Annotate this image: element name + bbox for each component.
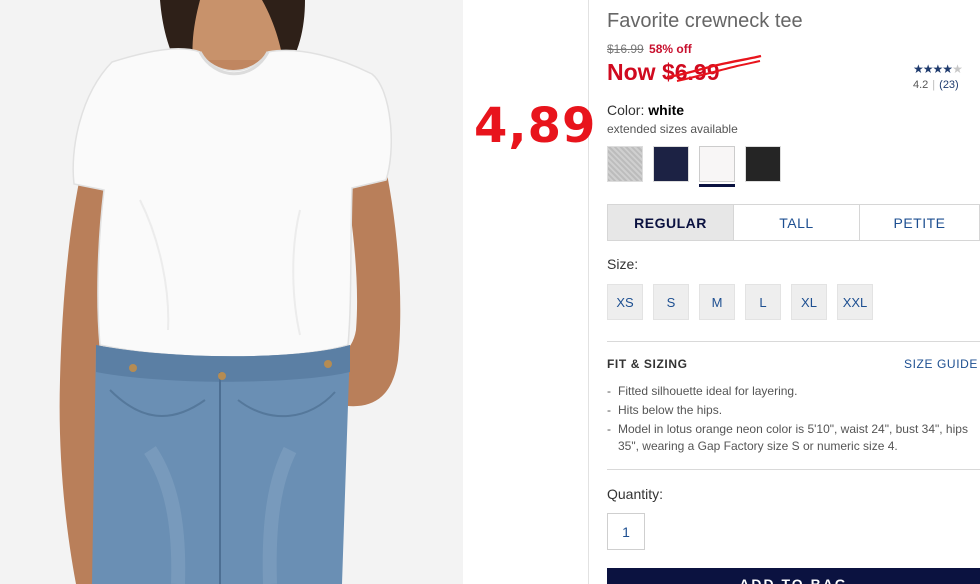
list-item: Fitted silhouette ideal for layering. (607, 383, 980, 400)
product-title: Favorite crewneck tee (607, 10, 803, 32)
product-info-panel: Favorite crewneck tee $16.99 58% off Now… (607, 0, 980, 584)
tab-regular[interactable]: REGULAR (608, 205, 734, 240)
size-button-xs[interactable]: XS (607, 284, 643, 320)
size-button-l[interactable]: L (745, 284, 781, 320)
quantity-label: Quantity: (607, 486, 664, 502)
sale-price: Now $6.99 (607, 59, 720, 86)
model-photo-illustration (0, 0, 463, 584)
list-item: Model in lotus orange neon color is 5'10… (607, 421, 980, 455)
handwritten-price-annotation: 4,89 (474, 98, 597, 154)
color-swatch-grey[interactable] (607, 146, 643, 182)
original-price-row: $16.99 58% off (607, 42, 692, 56)
tab-petite[interactable]: PETITE (860, 205, 979, 240)
review-count-link[interactable]: (23) (939, 79, 959, 91)
size-guide-link[interactable]: SIZE GUIDE (904, 357, 978, 371)
original-price: $16.99 (607, 42, 644, 56)
rating-separator: | (932, 79, 936, 91)
rating-stars: ★★★★★ (913, 62, 980, 76)
star-icon: ★ (922, 62, 934, 76)
fit-details-list: Fitted silhouette ideal for layering. Hi… (607, 383, 980, 457)
color-label-row: Color: white (607, 102, 684, 118)
star-empty-icon: ★ (952, 62, 963, 76)
size-button-m[interactable]: M (699, 284, 735, 320)
size-button-s[interactable]: S (653, 284, 689, 320)
add-to-bag-button[interactable]: ADD TO BAG (607, 568, 980, 584)
star-icon: ★ (942, 62, 953, 76)
sale-price-value: $6.99 (661, 59, 720, 85)
selected-swatch-indicator (699, 184, 735, 187)
selected-color-name: white (648, 102, 685, 118)
size-button-xxl[interactable]: XXL (837, 284, 873, 320)
sale-price-prefix: Now (607, 59, 656, 85)
image-divider (588, 0, 589, 584)
size-label: Size: (607, 256, 639, 272)
color-label: Color: (607, 102, 645, 118)
discount-badge: 58% off (649, 42, 692, 56)
rating-value: 4.2 (913, 79, 929, 91)
quantity-select[interactable]: 1 (607, 513, 645, 550)
color-swatch-black[interactable] (745, 146, 781, 182)
section-divider (607, 341, 980, 342)
tab-tall[interactable]: TALL (734, 205, 860, 240)
section-divider (607, 469, 980, 470)
color-swatch-navy[interactable] (653, 146, 689, 182)
color-swatch-white[interactable] (699, 146, 735, 182)
product-image[interactable] (0, 0, 463, 584)
extended-sizes-note: extended sizes available (607, 122, 738, 136)
fit-sizing-heading: FIT & SIZING (607, 357, 688, 371)
product-rating[interactable]: ★★★★★ 4.2 | (23) (913, 62, 980, 91)
fit-tabs: REGULAR TALL PETITE (607, 204, 980, 241)
star-icon: ★ (932, 62, 944, 76)
list-item: Hits below the hips. (607, 402, 980, 419)
star-icon: ★ (913, 62, 924, 76)
size-button-xl[interactable]: XL (791, 284, 827, 320)
